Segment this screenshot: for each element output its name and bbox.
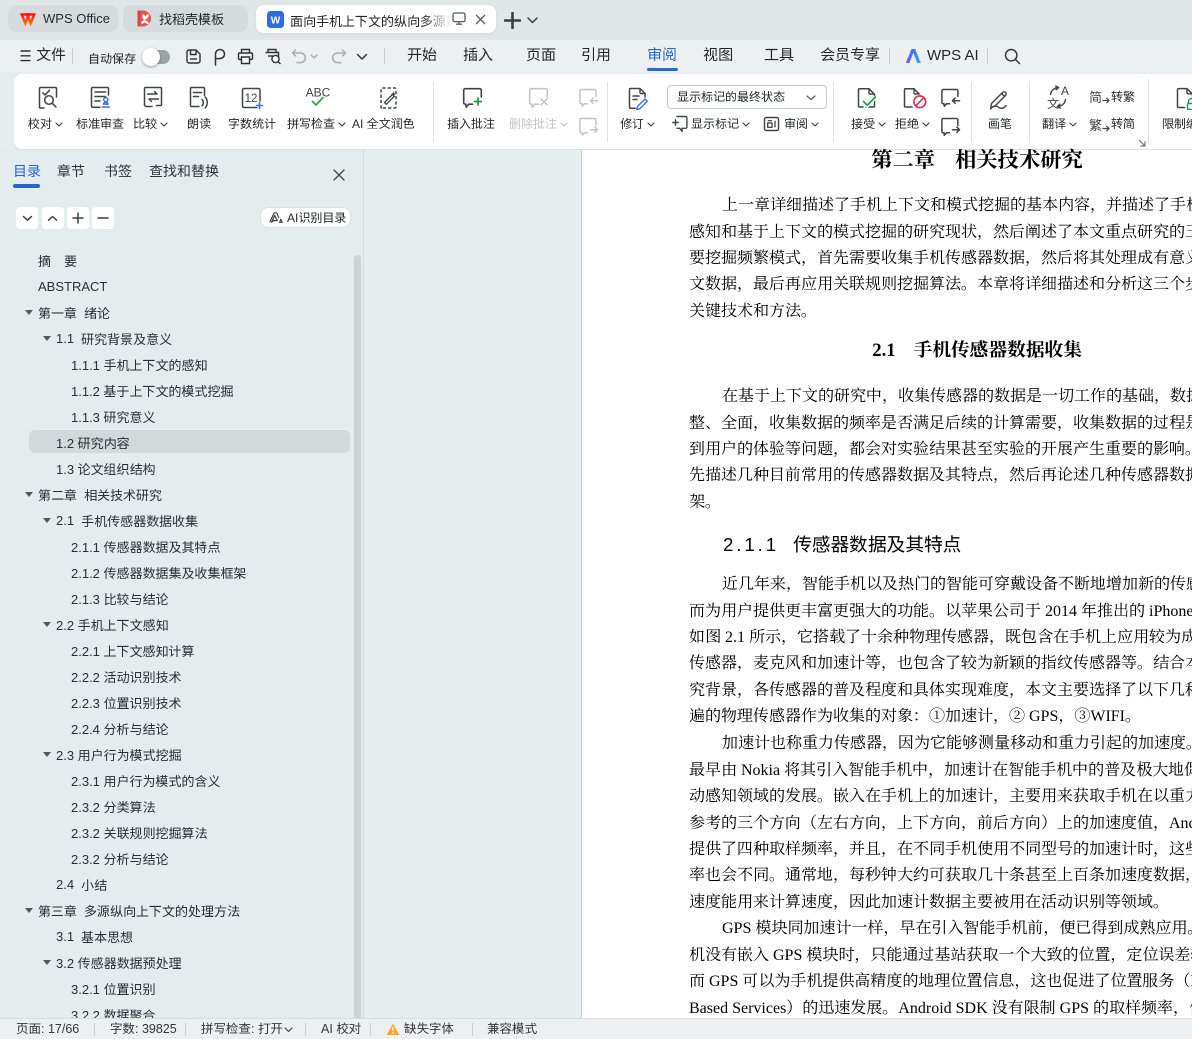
svg-text:W: W: [271, 16, 281, 27]
svg-text:A: A: [1061, 85, 1069, 98]
svg-text:ABC: ABC: [306, 86, 331, 100]
svg-text:12: 12: [245, 93, 258, 105]
svg-text:文: 文: [1047, 95, 1060, 111]
